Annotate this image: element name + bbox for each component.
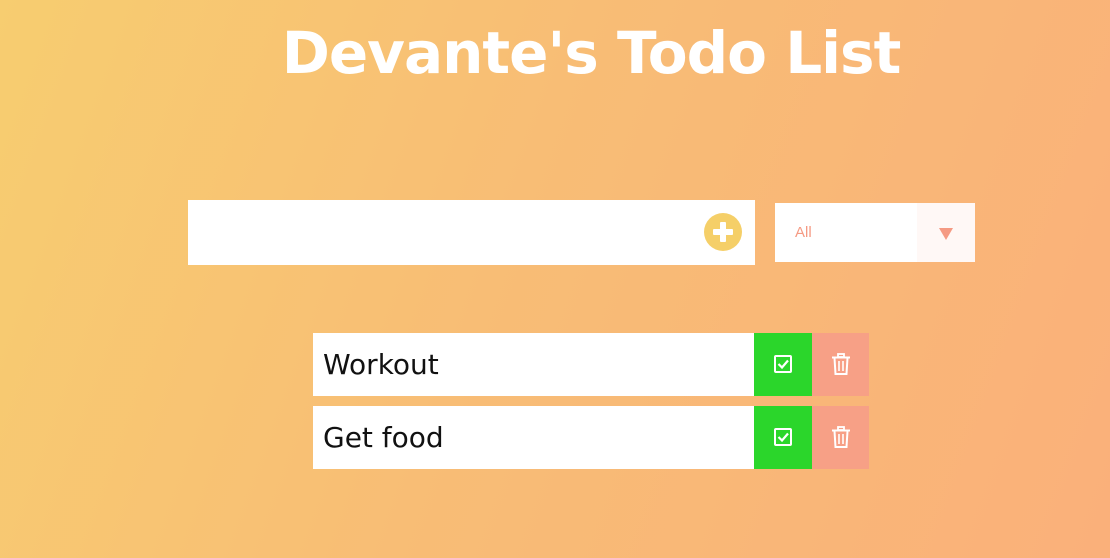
todo-list: Workout Get food: [313, 333, 869, 479]
delete-button[interactable]: [812, 406, 869, 469]
check-square-icon: [774, 355, 792, 373]
todo-text: Get food: [323, 421, 444, 454]
add-todo-button[interactable]: [704, 213, 742, 251]
todo-item: Get food: [313, 406, 869, 469]
check-square-icon: [774, 428, 792, 446]
plus-circle-icon: [713, 222, 733, 242]
todo-input[interactable]: [188, 200, 688, 265]
filter-dropdown-toggle[interactable]: [917, 203, 975, 262]
delete-button[interactable]: [812, 333, 869, 396]
complete-button[interactable]: [754, 406, 812, 469]
complete-button[interactable]: [754, 333, 812, 396]
todo-form: [188, 200, 755, 265]
todo-item: Workout: [313, 333, 869, 396]
trash-icon: [832, 353, 850, 375]
page-title: Devante's Todo List: [281, 19, 902, 87]
filter-selected-value: All: [795, 224, 812, 241]
caret-down-icon: [939, 228, 953, 240]
trash-icon: [832, 426, 850, 448]
todo-text: Workout: [323, 348, 439, 381]
filter-select[interactable]: All: [775, 203, 975, 262]
